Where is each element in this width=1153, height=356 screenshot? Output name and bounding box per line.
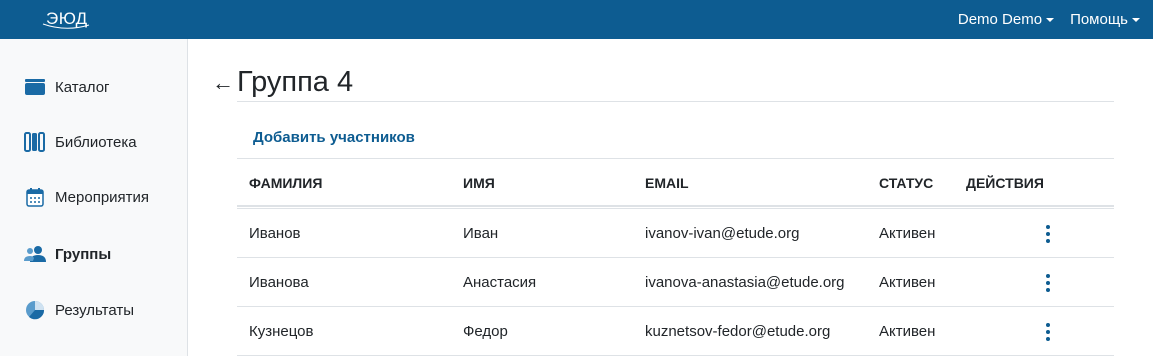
- sidebar-item-catalog[interactable]: Каталог: [24, 76, 110, 98]
- cell-first-name: Иван: [463, 225, 499, 242]
- sidebar-item-label: Библиотека: [55, 133, 137, 151]
- user-menu-dropdown[interactable]: Demo Demo: [957, 11, 1055, 28]
- cell-email: kuznetsov-fedor@etude.org: [645, 323, 831, 340]
- cell-first-name: Анастасия: [463, 274, 537, 291]
- sidebar-item-events[interactable]: Мероприятия: [24, 186, 149, 208]
- table-header-row: ФАМИЛИЯ ИМЯ EMAIL СТАТУС ДЕЙСТВИЯ: [237, 158, 1114, 207]
- sidebar-item-groups[interactable]: Группы: [24, 243, 111, 265]
- back-arrow-icon[interactable]: ←: [212, 70, 234, 96]
- help-menu-dropdown[interactable]: Помощь: [1070, 11, 1140, 28]
- table-row: Кузнецов Федор kuznetsov-fedor@etude.org…: [237, 306, 1114, 355]
- sidebar-item-label: Группы: [55, 245, 112, 263]
- column-header-email: EMAIL: [645, 175, 689, 191]
- cell-last-name: Кузнецов: [249, 323, 314, 340]
- caret-down-icon: [1046, 17, 1055, 22]
- top-navbar: ЭЮД Demo Demo Помощь: [0, 0, 1153, 39]
- add-members-link[interactable]: Добавить участников: [253, 129, 415, 146]
- user-menu-label: Demo Demo: [957, 11, 1043, 28]
- cell-first-name: Федор: [463, 323, 508, 340]
- app-logo[interactable]: ЭЮД: [42, 9, 90, 29]
- cell-status: Активен: [879, 323, 936, 340]
- page-title: Группа 4: [237, 66, 354, 98]
- cell-email: ivanov-ivan@etude.org: [645, 225, 800, 242]
- catalog-icon: [24, 76, 46, 98]
- more-actions-icon[interactable]: [1041, 225, 1055, 243]
- pie-chart-icon: [24, 299, 46, 321]
- help-menu-label: Помощь: [1070, 11, 1128, 28]
- more-actions-icon[interactable]: [1041, 323, 1055, 341]
- users-icon: [24, 243, 46, 265]
- sidebar-item-label: Каталог: [55, 78, 110, 96]
- title-divider: [237, 101, 1114, 102]
- sidebar-item-library[interactable]: Библиотека: [24, 131, 137, 153]
- cell-last-name: Иванова: [249, 274, 309, 291]
- library-icon: [24, 131, 46, 153]
- logo-swoosh-icon: [42, 23, 90, 29]
- main-content: ← Группа 4 Добавить участников ФАМИЛИЯ И…: [189, 39, 1153, 356]
- table-row: Иванова Анастасия ivanova-anastasia@etud…: [237, 257, 1114, 306]
- calendar-icon: [24, 186, 46, 208]
- column-header-first-name: ИМЯ: [463, 175, 495, 191]
- table-row: Иванов Иван ivanov-ivan@etude.org Активе…: [237, 208, 1114, 257]
- sidebar-item-label: Мероприятия: [55, 188, 150, 206]
- caret-down-icon: [1132, 17, 1140, 22]
- column-header-status: СТАТУС: [879, 175, 934, 191]
- sidebar: Каталог Библиотека Мероприятия Группы Ре…: [0, 39, 188, 356]
- column-header-last-name: ФАМИЛИЯ: [249, 175, 323, 191]
- column-header-actions: ДЕЙСТВИЯ: [966, 175, 1044, 191]
- cell-email: ivanova-anastasia@etude.org: [645, 274, 845, 291]
- cell-status: Активен: [879, 225, 936, 242]
- cell-status: Активен: [879, 274, 936, 291]
- more-actions-icon[interactable]: [1041, 274, 1055, 292]
- sidebar-item-results[interactable]: Результаты: [24, 299, 134, 321]
- cell-last-name: Иванов: [249, 225, 301, 242]
- sidebar-item-label: Результаты: [55, 301, 134, 319]
